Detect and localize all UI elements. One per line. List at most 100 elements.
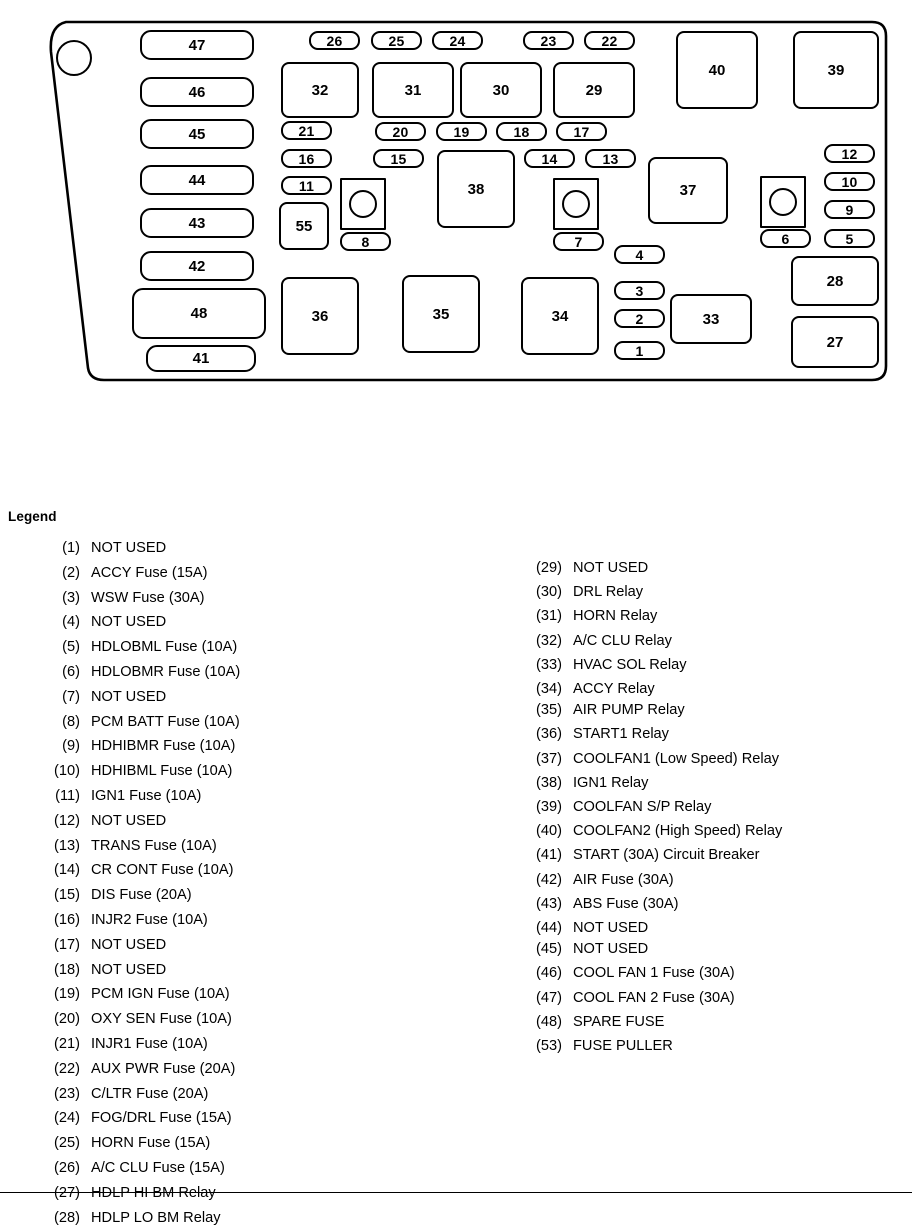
legend-item: (47) COOL FAN 2 Fuse (30A) (518, 986, 898, 1010)
legend-column-left: (1) NOT USED (2) ACCY Fuse (15A) (3) WSW Fuse… (36, 500, 366, 1230)
fuse-slot-label: 31 (404, 81, 422, 99)
fuse-slot-18[interactable]: 18 (496, 122, 547, 141)
legend-item: (35) AIR PUMP Relay (518, 698, 898, 722)
legend-item: (19) PCM IGN Fuse (10A) (36, 982, 366, 1007)
legend-item-label: HORN Fuse (15A) (91, 1135, 211, 1152)
legend-item-number: (18) (54, 961, 80, 978)
fuse-slot-label: 43 (188, 214, 206, 232)
fuse-slot-16[interactable]: 16 (281, 149, 332, 168)
fuse-slot-4[interactable]: 4 (614, 245, 665, 264)
fuse-slot-36[interactable]: 36 (281, 277, 359, 355)
fuse-slot-15[interactable]: 15 (373, 149, 424, 168)
fuse-slot-29[interactable]: 29 (553, 62, 635, 118)
legend-item-label: COOL FAN 2 Fuse (30A) (573, 989, 735, 1006)
fuse-slot-label: 6 (781, 230, 790, 247)
fuse-slot-37[interactable]: 37 (648, 157, 728, 224)
fuse-slot-30[interactable]: 30 (460, 62, 542, 118)
fuse-slot-26[interactable]: 26 (309, 31, 360, 50)
legend-item-label: IGN1 Fuse (10A) (91, 787, 202, 804)
fuse-slot-25[interactable]: 25 (371, 31, 422, 50)
legend-item: (40) COOLFAN2 (High Speed) Relay (518, 819, 898, 843)
fuse-slot-10[interactable]: 10 (824, 172, 875, 191)
fuse-slot-label: 21 (298, 122, 315, 139)
holder-7[interactable] (553, 178, 599, 230)
legend-divider (0, 1192, 912, 1193)
fuse-slot-43[interactable]: 43 (140, 208, 254, 238)
fuse-slot-47[interactable]: 47 (140, 30, 254, 60)
legend-item-number: (37) (536, 750, 562, 767)
fuse-slot-12[interactable]: 12 (824, 144, 875, 163)
fuse-slot-55[interactable]: 55 (279, 202, 329, 250)
fuse-slot-35[interactable]: 35 (402, 275, 480, 353)
fuse-slot-11[interactable]: 11 (281, 176, 332, 195)
fuse-slot-23[interactable]: 23 (523, 31, 574, 50)
fuse-slot-27[interactable]: 27 (791, 316, 879, 368)
fuse-slot-label: 19 (453, 123, 470, 140)
fuse-slot-label: 13 (602, 150, 619, 167)
legend-item-number: (24) (54, 1110, 80, 1127)
fuse-slot-31[interactable]: 31 (372, 62, 454, 118)
slot-layer: 47 46 45 44 43 42 48 41 26 25 24 23 22 32 31 30 29 40 39 21… (0, 0, 912, 400)
holder-8[interactable] (340, 178, 386, 230)
legend-item-label: NOT USED (91, 812, 167, 829)
fuse-slot-2[interactable]: 2 (614, 309, 665, 328)
legend-item-label: WSW Fuse (30A) (91, 589, 205, 606)
legend-item-number: (7) (62, 688, 80, 705)
fuse-slot-5[interactable]: 5 (824, 229, 875, 248)
fuse-slot-32[interactable]: 32 (281, 62, 359, 118)
legend-item-label: INJR1 Fuse (10A) (91, 1035, 208, 1052)
legend-item-number: (53) (536, 1038, 562, 1055)
fuse-slot-40[interactable]: 40 (676, 31, 758, 109)
legend-item-number: (48) (536, 1013, 562, 1030)
fuse-slot-45[interactable]: 45 (140, 119, 254, 149)
legend-item-number: (46) (536, 965, 562, 982)
fuse-slot-9[interactable]: 9 (824, 200, 875, 219)
legend-item: (32) A/C CLU Relay (518, 629, 898, 653)
legend-item-label: COOLFAN1 (Low Speed) Relay (573, 750, 780, 767)
fuse-slot-41[interactable]: 41 (146, 345, 256, 372)
fuse-slot-6[interactable]: 6 (760, 229, 811, 248)
legend-item-number: (36) (536, 726, 562, 743)
fuse-slot-42[interactable]: 42 (140, 251, 254, 281)
legend-item-label: HDLP HI BM Relay (91, 1184, 216, 1201)
fuse-slot-17[interactable]: 17 (556, 122, 607, 141)
fuse-slot-19[interactable]: 19 (436, 122, 487, 141)
fuse-slot-24[interactable]: 24 (432, 31, 483, 50)
legend-item-number: (8) (62, 713, 80, 730)
legend-item-label: NOT USED (91, 614, 167, 631)
fuse-slot-44[interactable]: 44 (140, 165, 254, 195)
fuse-slot-label: 5 (845, 230, 854, 247)
fuse-slot-39[interactable]: 39 (793, 31, 879, 109)
fuse-slot-8[interactable]: 8 (340, 232, 391, 251)
legend-item-number: (14) (54, 862, 80, 879)
legend-item-label: PCM IGN Fuse (10A) (91, 986, 230, 1003)
fuse-slot-label: 28 (826, 272, 844, 290)
legend-item-label: COOL FAN 1 Fuse (30A) (573, 965, 735, 982)
fuse-slot-20[interactable]: 20 (375, 122, 426, 141)
legend-item-label: TRANS Fuse (10A) (91, 837, 217, 854)
legend-item-label: DIS Fuse (20A) (91, 887, 192, 904)
fuse-slot-38[interactable]: 38 (437, 150, 515, 228)
holder-6[interactable] (760, 176, 806, 228)
fuse-slot-34[interactable]: 34 (521, 277, 599, 355)
fuse-slot-7[interactable]: 7 (553, 232, 604, 251)
fuse-slot-22[interactable]: 22 (584, 31, 635, 50)
legend-item-label: COOLFAN2 (High Speed) Relay (573, 823, 783, 840)
fuse-slot-33[interactable]: 33 (670, 294, 752, 344)
legend-item-label: NOT USED (91, 936, 167, 953)
legend-item-number: (30) (536, 584, 562, 601)
legend-item: (21) INJR1 Fuse (10A) (36, 1032, 366, 1057)
fuse-slot-21[interactable]: 21 (281, 121, 332, 140)
fuse-slot-46[interactable]: 46 (140, 77, 254, 107)
legend-item: (6) HDLOBMR Fuse (10A) (36, 660, 366, 685)
fuse-slot-label: 48 (190, 305, 208, 322)
fuse-slot-13[interactable]: 13 (585, 149, 636, 168)
mounting-hole-icon (56, 40, 92, 76)
fuse-slot-48[interactable]: 48 (132, 288, 266, 339)
fuse-slot-label: 46 (188, 83, 206, 101)
fuse-slot-14[interactable]: 14 (524, 149, 575, 168)
fuse-slot-3[interactable]: 3 (614, 281, 665, 300)
legend-item-number: (25) (54, 1135, 80, 1152)
fuse-slot-28[interactable]: 28 (791, 256, 879, 306)
fuse-slot-1[interactable]: 1 (614, 341, 665, 360)
